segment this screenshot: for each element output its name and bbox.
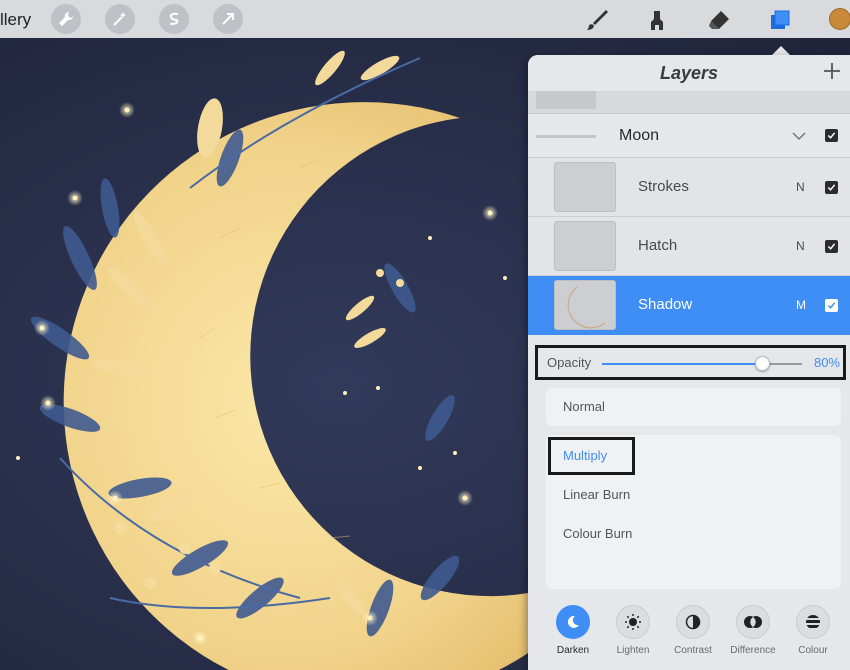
group-name: Moon bbox=[619, 127, 660, 144]
color-picker-button[interactable] bbox=[829, 8, 850, 30]
partial-layer-row[interactable] bbox=[528, 91, 850, 114]
current-blend-mode[interactable]: Normal bbox=[546, 388, 841, 426]
gallery-button[interactable]: llery bbox=[0, 10, 31, 30]
current-blend-mode-label: Normal bbox=[563, 399, 605, 414]
difference-icon bbox=[736, 605, 770, 639]
layer-thumbnail bbox=[536, 91, 596, 109]
blend-mode-colour-burn[interactable]: Colour Burn bbox=[563, 526, 632, 541]
sun-icon bbox=[616, 605, 650, 639]
layer-name: Strokes bbox=[638, 178, 689, 195]
layer-row-hatch[interactable]: Hatch N bbox=[528, 217, 850, 276]
visibility-checkbox[interactable] bbox=[825, 129, 838, 142]
selection-icon[interactable] bbox=[159, 4, 189, 34]
panel-title: Layers bbox=[659, 63, 719, 83]
layer-group-moon[interactable]: Moon bbox=[528, 114, 850, 158]
layer-thumbnail bbox=[554, 221, 616, 271]
opacity-slider-knob[interactable] bbox=[755, 356, 770, 371]
opacity-slider-fill bbox=[602, 363, 762, 365]
moon-icon bbox=[556, 605, 590, 639]
mode-group-difference[interactable]: Difference bbox=[723, 605, 783, 656]
group-indicator bbox=[536, 135, 596, 138]
layer-row-shadow[interactable]: Shadow M bbox=[528, 276, 850, 335]
wrench-icon[interactable] bbox=[51, 4, 81, 34]
mode-group-label: Lighten bbox=[616, 645, 650, 656]
chevron-down-icon[interactable] bbox=[791, 128, 807, 144]
mode-group-label: Difference bbox=[730, 645, 776, 656]
mode-group-contrast[interactable]: Contrast bbox=[663, 605, 723, 656]
opacity-control: Opacity 80% bbox=[535, 345, 846, 380]
mode-group-label: Darken bbox=[556, 645, 590, 656]
visibility-checkbox[interactable] bbox=[825, 181, 838, 194]
blend-mode-linear-burn[interactable]: Linear Burn bbox=[563, 487, 630, 502]
half-circle-icon bbox=[676, 605, 710, 639]
opacity-slider[interactable] bbox=[602, 356, 802, 371]
opacity-label: Opacity bbox=[547, 355, 592, 370]
brush-icon[interactable] bbox=[583, 6, 611, 34]
layers-icon[interactable] bbox=[766, 6, 794, 34]
layer-name: Hatch bbox=[638, 237, 678, 254]
add-layer-icon[interactable] bbox=[822, 61, 842, 81]
layer-thumbnail bbox=[554, 162, 616, 212]
mode-group-darken[interactable]: Darken bbox=[543, 605, 603, 656]
smudge-icon[interactable] bbox=[643, 6, 671, 34]
blend-mode-indicator[interactable]: M bbox=[796, 298, 806, 312]
blend-mode-indicator[interactable]: N bbox=[796, 180, 805, 194]
stripes-icon bbox=[796, 605, 830, 639]
mode-group-colour[interactable]: Colour bbox=[783, 605, 843, 656]
mode-group-label: Colour bbox=[798, 645, 828, 656]
layer-row-strokes[interactable]: Strokes N bbox=[528, 158, 850, 217]
blend-mode-indicator[interactable]: N bbox=[796, 239, 805, 253]
layer-thumbnail bbox=[554, 280, 616, 330]
visibility-checkbox[interactable] bbox=[825, 299, 838, 312]
mode-group-label: Contrast bbox=[674, 645, 712, 656]
layer-name: Shadow bbox=[638, 296, 693, 313]
eraser-icon[interactable] bbox=[705, 6, 733, 34]
mode-group-lighten[interactable]: Lighten bbox=[603, 605, 663, 656]
top-toolbar: llery bbox=[0, 0, 850, 38]
panel-header: Layers bbox=[528, 55, 850, 91]
blend-mode-list: Multiply Linear Burn Colour Burn bbox=[546, 435, 841, 589]
magic-wand-icon[interactable] bbox=[105, 4, 135, 34]
visibility-checkbox[interactable] bbox=[825, 240, 838, 253]
blend-mode-multiply[interactable]: Multiply bbox=[563, 448, 607, 463]
layers-panel: Layers Moon Strokes N Hatch N Shadow M O… bbox=[528, 55, 850, 670]
transform-icon[interactable] bbox=[213, 4, 243, 34]
opacity-value: 80% bbox=[813, 355, 840, 370]
